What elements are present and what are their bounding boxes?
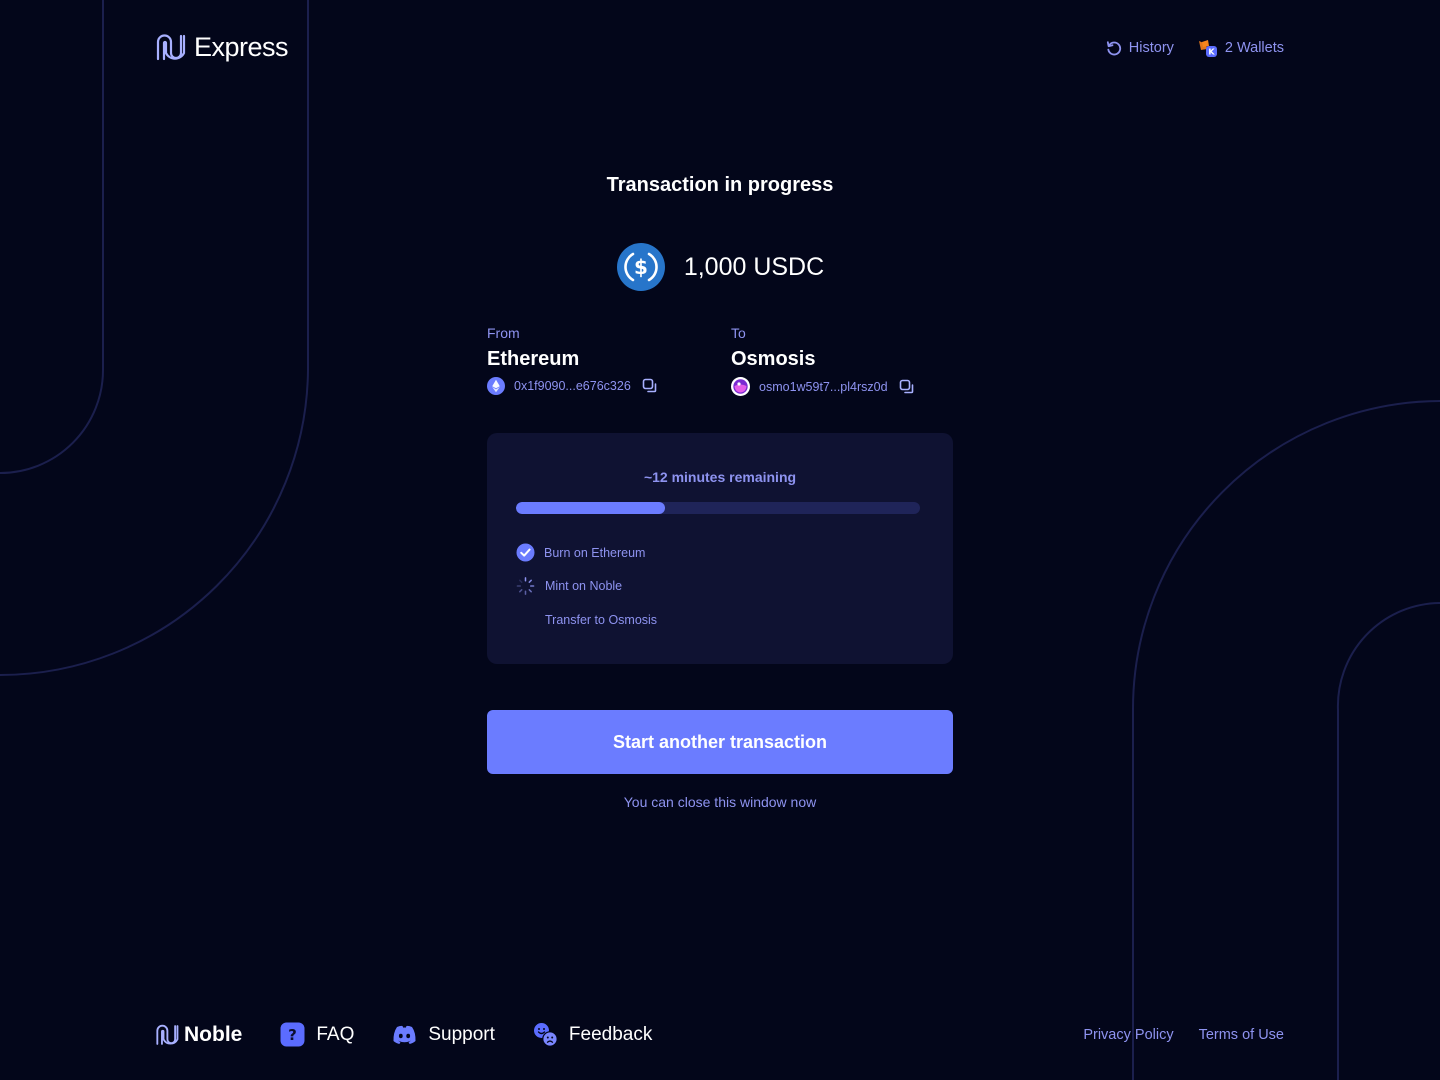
usdc-icon: $ [616, 243, 665, 291]
history-link[interactable]: History [1106, 40, 1174, 56]
step-mint: Mint on Noble [516, 576, 622, 595]
faq-label: FAQ [316, 1023, 355, 1045]
osmosis-icon [731, 377, 750, 396]
progress-bar-fill [516, 502, 666, 514]
noble-brand-label: Noble [184, 1022, 243, 1046]
transfer-amount: 1,000 USDC [683, 252, 825, 281]
progress-card: ~12 minutes remaining Burn on Ethereum M… [487, 433, 953, 664]
from-endpoint: From Ethereum 0x1f9090...e676c326 [487, 325, 658, 395]
spinner-icon [516, 576, 535, 595]
support-link[interactable]: Support [392, 1024, 495, 1046]
to-address: osmo1w59t7...pl4rsz0d [759, 379, 888, 394]
feedback-link[interactable]: Feedback [533, 1022, 652, 1047]
copy-to-address-button[interactable] [899, 379, 915, 395]
svg-text:K: K [1208, 48, 1215, 57]
noble-logo-icon [156, 34, 186, 61]
discord-icon [393, 1025, 416, 1044]
to-address-row: osmo1w59t7...pl4rsz0d [731, 377, 915, 396]
check-circle-icon [516, 543, 535, 562]
step-label: Transfer to Osmosis [545, 612, 658, 627]
time-remaining: ~12 minutes remaining [643, 469, 797, 485]
footer-links: Noble ? FAQ Support Feedback [155, 1022, 652, 1047]
app-name: Express [194, 32, 289, 62]
svg-text:?: ? [288, 1026, 297, 1044]
step-transfer: Transfer to Osmosis [516, 610, 657, 629]
feedback-label: Feedback [568, 1023, 653, 1045]
terms-of-use-link[interactable]: Terms of Use [1199, 1027, 1284, 1043]
privacy-policy-link[interactable]: Privacy Policy [1083, 1027, 1173, 1043]
history-icon [1106, 41, 1121, 56]
noble-brand-link[interactable]: Noble [155, 1023, 242, 1047]
noble-logo-icon [156, 1024, 179, 1045]
ethereum-icon [487, 377, 505, 395]
start-another-transaction-button[interactable]: Start another transaction [487, 710, 953, 774]
to-chain: Osmosis [731, 348, 816, 370]
page-title: Transaction in progress [606, 174, 834, 196]
question-icon: ? [280, 1022, 305, 1047]
from-label: From [487, 325, 520, 341]
wallet-icons: K [1198, 40, 1217, 57]
top-nav: History K 2 Wallets [1106, 38, 1284, 58]
step-label: Mint on Noble [545, 578, 623, 593]
faq-link[interactable]: ? FAQ [280, 1022, 354, 1047]
to-label: To [731, 325, 746, 341]
from-address-row: 0x1f9090...e676c326 [487, 377, 658, 395]
history-label: History [1128, 40, 1174, 56]
support-label: Support [428, 1023, 495, 1045]
step-label: Burn on Ethereum [544, 545, 646, 560]
copy-from-address-button[interactable] [642, 378, 658, 394]
copy-icon [899, 379, 913, 393]
close-window-note: You can close this window now [623, 794, 817, 810]
pending-step-indicator [516, 610, 535, 629]
to-endpoint: To Osmosis osmo1w59t7...pl4rsz0d [731, 325, 915, 396]
copy-icon [642, 378, 657, 393]
svg-text:$: $ [634, 255, 648, 279]
step-burn: Burn on Ethereum [516, 543, 645, 562]
progress-bar [516, 502, 920, 514]
wallets-label: 2 Wallets [1224, 40, 1284, 56]
feedback-faces-icon [533, 1023, 558, 1047]
amount-summary: $ 1,000 USDC [0, 242, 1440, 292]
from-chain: Ethereum [487, 348, 580, 370]
legal-links: Privacy Policy Terms of Use [1083, 1027, 1284, 1043]
app-logo[interactable]: Express [155, 32, 289, 63]
wallets-button[interactable]: K 2 Wallets [1198, 38, 1284, 58]
from-address: 0x1f9090...e676c326 [514, 379, 631, 393]
